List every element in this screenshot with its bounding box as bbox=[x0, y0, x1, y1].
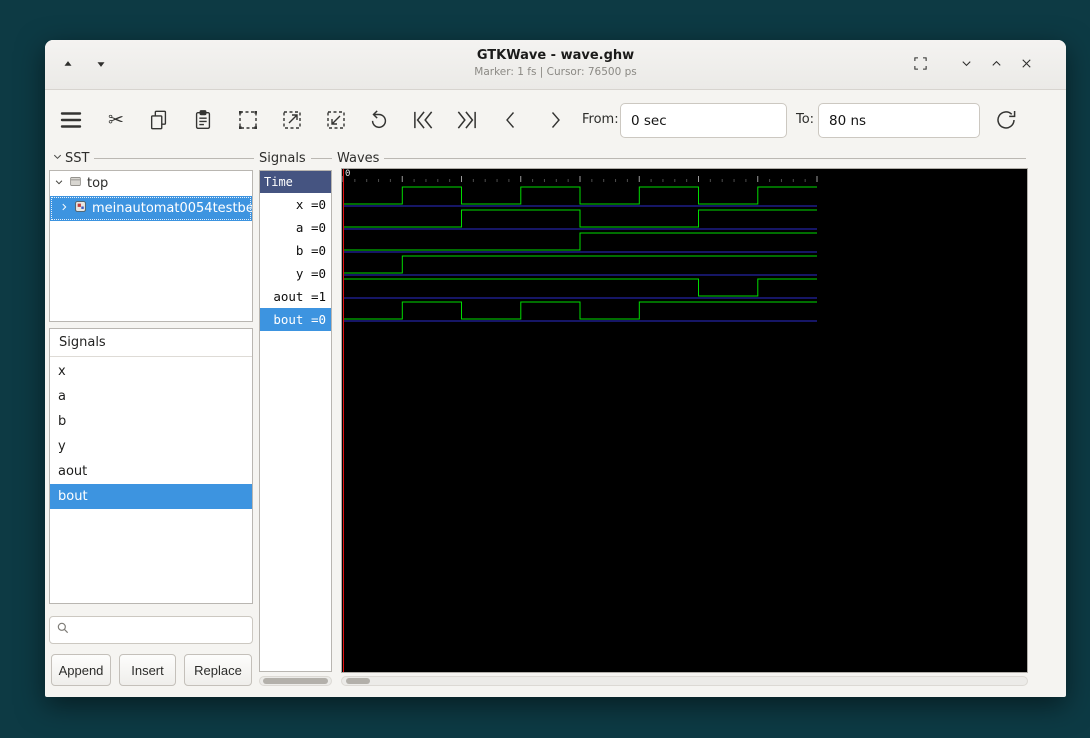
signal-row[interactable]: x =0 bbox=[260, 193, 331, 216]
sst-tree: top meinautomat0054testbe bbox=[49, 170, 253, 322]
window-subtitle: Marker: 1 fs | Cursor: 76500 ps bbox=[265, 66, 846, 78]
zoom-in-button[interactable] bbox=[274, 102, 310, 138]
expander-right-icon[interactable] bbox=[59, 201, 69, 216]
from-label: From: bbox=[582, 102, 619, 138]
signal-list-item[interactable]: y bbox=[50, 434, 252, 459]
titlebar-text: GTKWave - wave.ghw Marker: 1 fs | Cursor… bbox=[265, 48, 846, 78]
signal-list-item[interactable]: bout bbox=[50, 484, 252, 509]
append-button[interactable]: Append bbox=[51, 654, 111, 686]
close-icon bbox=[1019, 56, 1034, 74]
menu-button[interactable] bbox=[53, 102, 89, 138]
cut-button[interactable]: ✂ bbox=[98, 102, 134, 138]
chevron-left-icon bbox=[499, 108, 523, 132]
undo-icon bbox=[368, 109, 390, 131]
signal-table-hscrollbar[interactable] bbox=[259, 676, 332, 686]
signal-list: xabyaoutbout bbox=[50, 359, 252, 509]
zoom-out-button[interactable] bbox=[318, 102, 354, 138]
go-to-end-button[interactable] bbox=[449, 102, 485, 138]
paste-button[interactable] bbox=[185, 102, 221, 138]
waveform-canvas[interactable]: 0 bbox=[341, 168, 1028, 673]
clipboard-paste-icon bbox=[192, 109, 214, 131]
expander-down-icon[interactable] bbox=[54, 176, 64, 191]
selection-box-icon bbox=[236, 108, 260, 132]
time-column-header[interactable]: Time bbox=[260, 171, 331, 193]
desktop-background: GTKWave - wave.ghw Marker: 1 fs | Cursor… bbox=[0, 0, 1090, 738]
undo-button[interactable] bbox=[361, 102, 397, 138]
scrollbar-thumb[interactable] bbox=[346, 678, 370, 684]
sst-frame-label: SST bbox=[52, 150, 254, 166]
gtkwave-window: GTKWave - wave.ghw Marker: 1 fs | Cursor… bbox=[45, 40, 1066, 697]
down-arrow-icon bbox=[94, 57, 108, 74]
waves-frame-label: Waves bbox=[337, 151, 379, 166]
waveform-svg bbox=[342, 169, 1027, 672]
nav-up-button[interactable] bbox=[53, 50, 83, 80]
up-arrow-icon bbox=[61, 57, 75, 74]
skip-to-end-icon bbox=[454, 107, 480, 133]
signals-frame-label-row: Signals bbox=[259, 150, 332, 166]
signal-list-item[interactable]: a bbox=[50, 384, 252, 409]
reload-button[interactable] bbox=[988, 102, 1024, 138]
tile-window-button[interactable] bbox=[905, 50, 935, 80]
copy-button[interactable] bbox=[141, 102, 177, 138]
maximize-button[interactable] bbox=[981, 50, 1011, 80]
tree-item-label: meinautomat0054testbe bbox=[92, 201, 252, 216]
hamburger-menu-icon bbox=[59, 108, 83, 132]
design-root-icon bbox=[69, 175, 82, 192]
signal-list-item[interactable]: b bbox=[50, 409, 252, 434]
signals-frame-label: Signals bbox=[259, 151, 306, 166]
selection-shrink-icon bbox=[324, 108, 348, 132]
chevron-down-icon bbox=[959, 56, 974, 74]
sst-expander-icon[interactable] bbox=[52, 151, 63, 166]
signal-row[interactable]: a =0 bbox=[260, 216, 331, 239]
frame-divider bbox=[94, 158, 254, 159]
tree-row-top[interactable]: top bbox=[50, 171, 252, 196]
search-icon bbox=[56, 621, 70, 639]
signal-row[interactable]: b =0 bbox=[260, 239, 331, 262]
to-input[interactable] bbox=[818, 103, 980, 138]
insert-button[interactable]: Insert bbox=[119, 654, 176, 686]
window-title: GTKWave - wave.ghw bbox=[265, 48, 846, 63]
refresh-icon bbox=[994, 108, 1018, 132]
titlebar[interactable]: GTKWave - wave.ghw Marker: 1 fs | Cursor… bbox=[45, 40, 1066, 90]
signal-rows: x =0a =0b =0y =0aout =1bout =0 bbox=[260, 193, 331, 331]
signal-list-panel: Signals xabyaoutbout bbox=[49, 328, 253, 604]
go-to-start-button[interactable] bbox=[405, 102, 441, 138]
frame-divider bbox=[311, 158, 332, 159]
waves-hscrollbar[interactable] bbox=[341, 676, 1028, 686]
waves-frame-label-row: Waves bbox=[337, 150, 1026, 166]
module-chip-icon bbox=[74, 200, 87, 217]
scissors-icon: ✂ bbox=[108, 111, 124, 130]
minimize-button[interactable] bbox=[951, 50, 981, 80]
search-input[interactable] bbox=[75, 623, 251, 638]
skip-to-start-icon bbox=[410, 107, 436, 133]
nav-down-button[interactable] bbox=[86, 50, 116, 80]
sst-label: SST bbox=[65, 151, 89, 166]
prev-edge-button[interactable] bbox=[493, 102, 529, 138]
signal-row[interactable]: y =0 bbox=[260, 262, 331, 285]
signal-search[interactable] bbox=[49, 616, 253, 644]
to-label: To: bbox=[796, 102, 814, 138]
frame-divider bbox=[384, 158, 1026, 159]
signal-list-item[interactable]: x bbox=[50, 359, 252, 384]
from-input[interactable] bbox=[620, 103, 787, 138]
tree-item-label: top bbox=[87, 176, 108, 191]
close-button[interactable] bbox=[1011, 50, 1041, 80]
signal-table: Time x =0a =0b =0y =0aout =1bout =0 bbox=[259, 170, 332, 672]
timeline-zero-label: 0 bbox=[345, 169, 350, 179]
chevron-up-icon bbox=[989, 56, 1004, 74]
signal-row[interactable]: bout =0 bbox=[260, 308, 331, 331]
toolbar: ✂ bbox=[45, 91, 1066, 150]
copy-icon bbox=[148, 109, 170, 131]
selection-expand-icon bbox=[280, 108, 304, 132]
tree-row-testbench[interactable]: meinautomat0054testbe bbox=[50, 196, 252, 221]
replace-button[interactable]: Replace bbox=[184, 654, 252, 686]
signal-list-header: Signals bbox=[50, 329, 252, 357]
signal-list-item[interactable]: aout bbox=[50, 459, 252, 484]
next-edge-button[interactable] bbox=[537, 102, 573, 138]
signal-row[interactable]: aout =1 bbox=[260, 285, 331, 308]
chevron-right-icon bbox=[543, 108, 567, 132]
zoom-fit-button[interactable] bbox=[230, 102, 266, 138]
fit-screen-icon bbox=[913, 56, 928, 74]
scrollbar-thumb[interactable] bbox=[263, 678, 328, 684]
